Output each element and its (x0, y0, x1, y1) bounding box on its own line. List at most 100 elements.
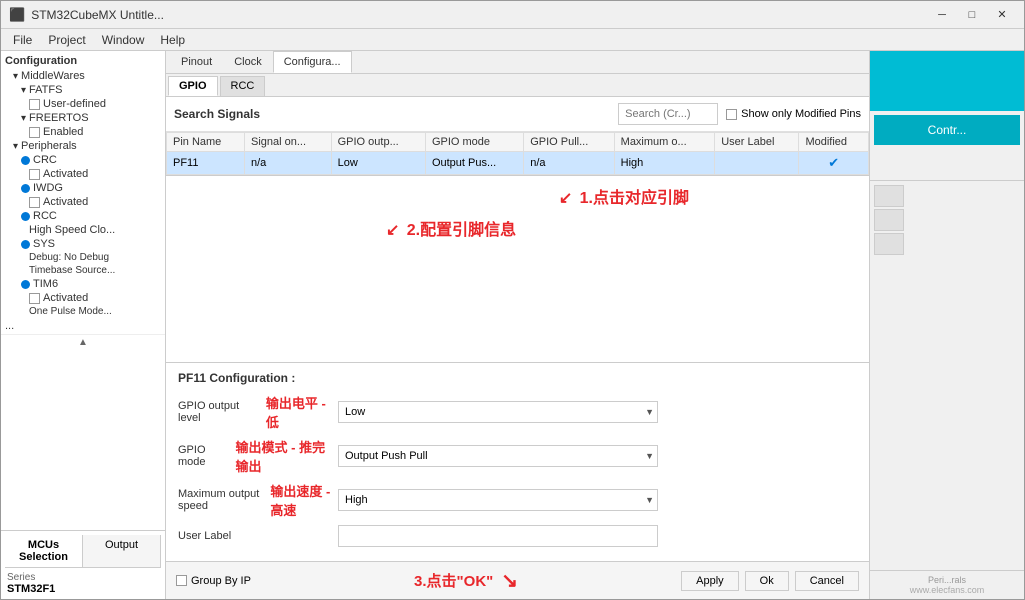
right-small-btn-3[interactable] (874, 233, 904, 255)
enabled-checkbox[interactable] (29, 127, 40, 138)
sidebar: Configuration ▾ MiddleWares ▾ FATFS User… (1, 51, 166, 599)
menu-bar: File Project Window Help (1, 29, 1024, 51)
show-modified-checkbox[interactable] (726, 109, 737, 120)
config-label-max-speed: Maximum output speed 输出速度 - 高速 (178, 481, 338, 519)
fatfs-label: FATFS (29, 84, 62, 96)
cn-label-output-level: 输出电平 - 低 (266, 393, 338, 431)
ok-button[interactable]: Ok (745, 571, 789, 591)
iwdg-activated-checkbox[interactable] (29, 197, 40, 208)
crc-activated-item[interactable]: Activated (1, 167, 165, 181)
more-items: ... (1, 318, 165, 334)
sys-circle (21, 240, 30, 249)
crc-activated-checkbox[interactable] (29, 169, 40, 180)
th-user-label: User Label (715, 133, 799, 152)
far-right-middle (870, 181, 1024, 570)
tim6-pulse-label: One Pulse Mode... (29, 306, 112, 317)
window-title: STM32CubeMX Untitle... (31, 8, 164, 22)
output-level-select[interactable]: Low High (338, 401, 658, 423)
iwdg-activated-label: Activated (43, 196, 88, 208)
cancel-button[interactable]: Cancel (795, 571, 859, 591)
iwdg-activated-item[interactable]: Activated (1, 195, 165, 209)
menu-file[interactable]: File (5, 31, 40, 49)
output-level-select-wrapper: Low High ▼ (338, 401, 658, 423)
cell-label (715, 152, 799, 175)
max-speed-select[interactable]: Low Medium High (338, 489, 658, 511)
configuration-label: Configuration (5, 55, 77, 67)
user-defined-checkbox[interactable] (29, 99, 40, 110)
step1-text: 1.点击对应引脚 (580, 190, 689, 207)
tab-rcc[interactable]: RCC (220, 76, 266, 96)
th-gpio-pull: GPIO Pull... (524, 133, 614, 152)
user-defined-item[interactable]: User-defined (1, 97, 165, 111)
menu-help[interactable]: Help (152, 31, 193, 49)
group-by-ip-checkbox[interactable] (176, 575, 187, 586)
apply-button[interactable]: Apply (681, 571, 739, 591)
search-area: Search Signals Show only Modified Pins (166, 97, 869, 132)
far-right-panel: Contr... Peri...rals www.elecfans.com (869, 51, 1024, 599)
config-label-gpio-mode: GPIO mode 输出模式 - 推完输出 (178, 437, 338, 475)
annotation-area: ↙ 1.点击对应引脚 ↙ 2.配置引脚信息 (166, 176, 869, 362)
tab-gpio[interactable]: GPIO (168, 76, 218, 96)
configuration-section: Configuration (1, 51, 165, 69)
user-label-input[interactable] (338, 525, 658, 547)
menu-project[interactable]: Project (40, 31, 93, 49)
minimize-button[interactable]: ─ (928, 5, 956, 25)
tim6-activated-item[interactable]: Activated (1, 291, 165, 305)
sys-label: SYS (33, 238, 55, 250)
sys-timebase-label: Timebase Source... (29, 265, 115, 276)
ctrl-button[interactable]: Contr... (874, 115, 1020, 145)
enabled-label: Enabled (43, 126, 83, 138)
menu-window[interactable]: Window (94, 31, 153, 49)
bottom-right: Apply Ok Cancel (681, 571, 859, 591)
cell-signal: n/a (245, 152, 332, 175)
freertos-item: ▾ FREERTOS (1, 111, 165, 125)
main-window: ⬛ STM32CubeMX Untitle... ─ □ ✕ File Proj… (0, 0, 1025, 600)
cell-modified: ✔ (799, 152, 869, 175)
th-signal-on: Signal on... (245, 133, 332, 152)
rcc-hsc-item: High Speed Clo... (1, 223, 165, 237)
step3-text: 3.点击"OK" (414, 570, 493, 591)
tab-pinout[interactable]: Pinout (170, 51, 223, 73)
maximize-button[interactable]: □ (958, 5, 986, 25)
tab-mcus-selection[interactable]: MCUs Selection (5, 535, 83, 567)
label-output-level: GPIO output level (178, 400, 260, 424)
config-title: PF11 Configuration : (178, 371, 857, 385)
right-small-btn-1[interactable] (874, 185, 904, 207)
far-right-bottom: Peri...rals www.elecfans.com (870, 570, 1024, 599)
panel-tabs: GPIO RCC (166, 74, 869, 97)
title-bar-left: ⬛ STM32CubeMX Untitle... (9, 7, 164, 23)
label-gpio-mode: GPIO mode (178, 444, 230, 468)
far-right-top: Contr... (870, 51, 1024, 181)
sys-debug-label: Debug: No Debug (29, 252, 109, 263)
top-tabs: Pinout Clock Configura... (166, 51, 869, 74)
step2-arrow-icon: ↙ (386, 222, 399, 239)
search-input[interactable] (618, 103, 718, 125)
crc-item: CRC (1, 153, 165, 167)
tab-output[interactable]: Output (83, 535, 161, 567)
rcc-circle (21, 212, 30, 221)
th-pin-name: Pin Name (167, 133, 245, 152)
step3-annotation: 3.点击"OK" ↘ (414, 568, 518, 593)
th-modified: Modified (799, 133, 869, 152)
enabled-item[interactable]: Enabled (1, 125, 165, 139)
label-max-speed: Maximum output speed (178, 488, 264, 512)
cn-label-gpio-mode: 输出模式 - 推完输出 (236, 437, 338, 475)
tab-clock[interactable]: Clock (223, 51, 273, 73)
table-row[interactable]: PF11 n/a Low Output Pus... n/a High ✔ (167, 152, 869, 175)
tab-configura[interactable]: Configura... (273, 51, 352, 73)
crc-activated-label: Activated (43, 168, 88, 180)
tim6-activated-checkbox[interactable] (29, 293, 40, 304)
table-area: Pin Name Signal on... GPIO outp... GPIO … (166, 132, 869, 176)
scroll-arrow[interactable]: ▲ (1, 334, 165, 350)
iwdg-label: IWDG (33, 182, 63, 194)
tim6-circle (21, 280, 30, 289)
close-button[interactable]: ✕ (988, 5, 1016, 25)
bottom-bar: Group By IP 3.点击"OK" ↘ Apply Ok Cancel (166, 561, 869, 599)
config-label-output-level: GPIO output level 输出电平 - 低 (178, 393, 338, 431)
search-signals-label: Search Signals (174, 107, 260, 121)
search-right: Show only Modified Pins (618, 103, 861, 125)
step2-annotation: ↙ 2.配置引脚信息 (386, 216, 516, 240)
gpio-mode-select[interactable]: Output Push Pull Output Open Drain (338, 445, 658, 467)
max-speed-select-wrapper: Low Medium High ▼ (338, 489, 658, 511)
right-small-btn-2[interactable] (874, 209, 904, 231)
